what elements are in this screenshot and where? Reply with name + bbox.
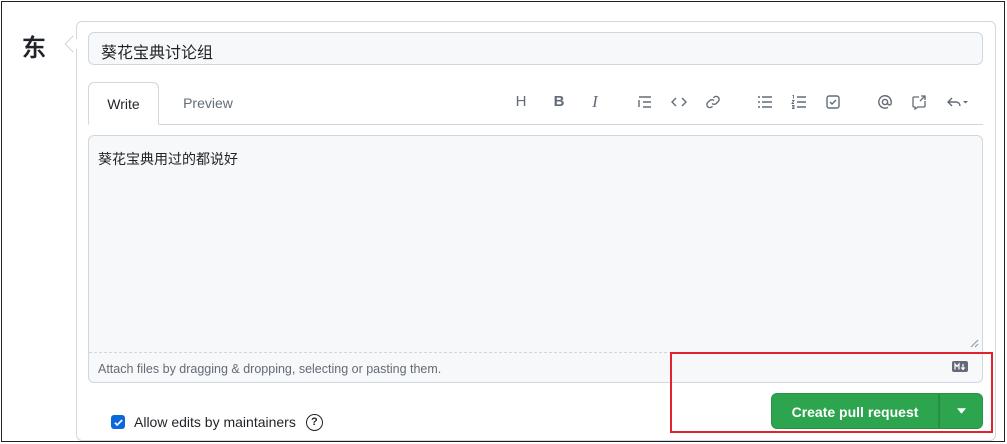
mention-icon (878, 95, 892, 109)
comment-body-textarea[interactable]: 葵花宝典用过的都说好 Attach files by dragging & dr… (88, 135, 983, 383)
allow-edits-label[interactable]: Allow edits by maintainers (134, 414, 296, 430)
title-input[interactable]: 葵花宝典讨论组 (88, 32, 983, 65)
mention-button[interactable] (874, 90, 896, 114)
tab-divider (88, 124, 983, 125)
link-icon (706, 95, 720, 109)
task-list-icon (826, 95, 840, 109)
bold-button[interactable]: B (548, 90, 570, 114)
highlight-annotation (670, 352, 993, 433)
code-icon (671, 97, 687, 107)
allow-edits-row: Allow edits by maintainers ? (111, 412, 323, 432)
help-icon[interactable]: ? (305, 413, 323, 431)
ordered-list-button[interactable] (788, 90, 810, 114)
ordered-list-icon (791, 95, 806, 109)
code-button[interactable] (668, 90, 690, 114)
avatar: 东 (22, 34, 46, 62)
link-button[interactable] (702, 90, 724, 114)
tab-preview[interactable]: Preview (166, 82, 250, 125)
attach-files-hint: Attach files by dragging & dropping, sel… (98, 362, 442, 376)
resize-handle-icon[interactable] (969, 338, 979, 348)
reply-icon (947, 97, 968, 107)
task-list-button[interactable] (822, 90, 844, 114)
unordered-list-icon (758, 96, 772, 108)
quote-icon (638, 96, 651, 108)
italic-button[interactable]: I (584, 90, 606, 114)
saved-replies-button[interactable] (942, 90, 972, 114)
unordered-list-button[interactable] (754, 90, 776, 114)
checkmark-icon (113, 418, 123, 426)
heading-button[interactable]: H (510, 90, 532, 114)
allow-edits-checkbox[interactable] (111, 415, 125, 429)
reference-button[interactable] (908, 90, 930, 114)
comment-body-text: 葵花宝典用过的都说好 (98, 152, 238, 168)
tab-write[interactable]: Write (88, 82, 159, 125)
cross-reference-icon (912, 95, 926, 111)
quote-button[interactable] (634, 90, 656, 114)
